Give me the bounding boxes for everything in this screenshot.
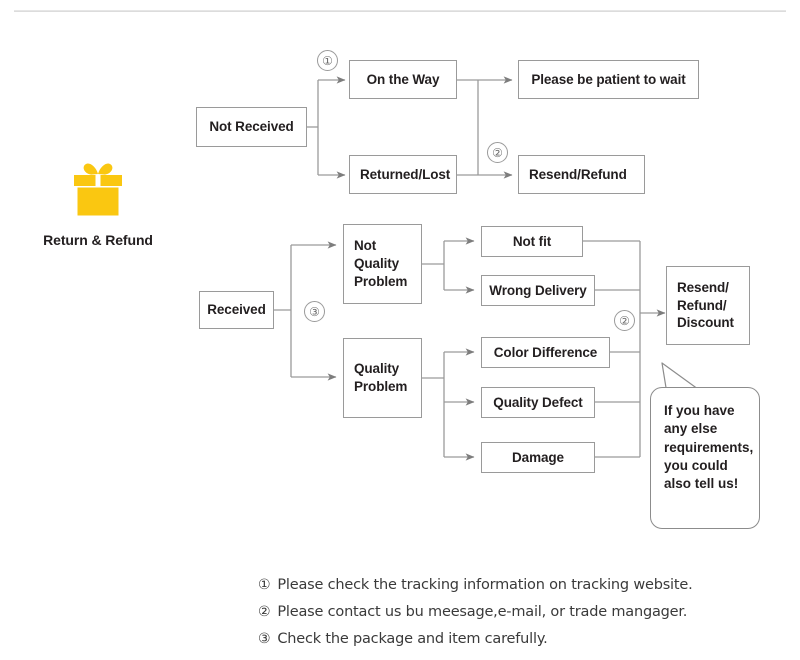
brand-block: Return & Refund xyxy=(28,158,168,248)
node-label: Resend/Refund xyxy=(529,166,627,182)
node-not-fit[interactable]: Not fit xyxy=(481,226,583,257)
node-resend-refund-discount[interactable]: Resend/ Refund/ Discount xyxy=(666,266,750,345)
footnote-item: ① Please check the tracking information … xyxy=(258,572,778,599)
node-label: Received xyxy=(207,302,266,318)
node-label: Quality Defect xyxy=(493,394,583,410)
node-on-the-way[interactable]: On the Way xyxy=(349,60,457,99)
node-returned-lost[interactable]: Returned/Lost xyxy=(349,155,457,194)
footnote-text: Please contact us bu meesage,e-mail, or … xyxy=(277,604,688,620)
node-label: Wrong Delivery xyxy=(489,282,587,298)
footnote-text: Please check the tracking information on… xyxy=(277,577,693,593)
footnote-marker: ① xyxy=(258,577,271,593)
node-resend-refund[interactable]: Resend/Refund xyxy=(518,155,645,194)
step-marker-label: ③ xyxy=(309,304,320,319)
step-marker-two-bottom: ② xyxy=(614,310,635,331)
node-not-quality-problem[interactable]: Not Quality Problem xyxy=(343,224,422,304)
footnote-item: ③ Check the package and item carefully. xyxy=(258,626,778,653)
footnote-text: Check the package and item carefully. xyxy=(277,631,548,647)
node-damage[interactable]: Damage xyxy=(481,442,595,473)
node-not-received[interactable]: Not Received xyxy=(196,107,307,147)
node-label: Please be patient to wait xyxy=(531,71,686,87)
node-label: Damage xyxy=(512,449,564,465)
node-label: Returned/Lost xyxy=(360,166,451,182)
node-label: Not Received xyxy=(209,119,294,135)
footnote-list: ① Please check the tracking information … xyxy=(258,572,778,653)
step-marker-two-top: ② xyxy=(487,142,508,163)
node-color-difference[interactable]: Color Difference xyxy=(481,337,610,368)
node-quality-defect[interactable]: Quality Defect xyxy=(481,387,595,418)
step-marker-label: ① xyxy=(322,53,333,68)
node-received[interactable]: Received xyxy=(199,291,274,329)
step-marker-three: ③ xyxy=(304,301,325,322)
footnote-marker: ② xyxy=(258,604,271,620)
node-label: Resend/ Refund/ Discount xyxy=(677,279,734,331)
callout-bubble: If you have any else requirements, you c… xyxy=(650,387,760,529)
step-marker-label: ② xyxy=(492,145,503,160)
gift-box-icon xyxy=(66,158,130,220)
step-marker-one: ① xyxy=(317,50,338,71)
node-label: Not Quality Problem xyxy=(354,238,408,289)
node-please-be-patient[interactable]: Please be patient to wait xyxy=(518,60,699,99)
footnote-item: ② Please contact us bu meesage,e-mail, o… xyxy=(258,599,778,626)
footnote-marker: ③ xyxy=(258,631,271,647)
node-label: Quality Problem xyxy=(354,361,408,394)
callout-text: If you have any else requirements, you c… xyxy=(664,403,754,492)
node-label: Color Difference xyxy=(493,344,598,360)
node-wrong-delivery[interactable]: Wrong Delivery xyxy=(481,275,595,306)
node-label: Not fit xyxy=(512,233,552,249)
brand-label: Return & Refund xyxy=(43,232,153,248)
node-quality-problem[interactable]: Quality Problem xyxy=(343,338,422,418)
step-marker-label: ② xyxy=(619,313,630,328)
node-label: On the Way xyxy=(366,71,440,87)
